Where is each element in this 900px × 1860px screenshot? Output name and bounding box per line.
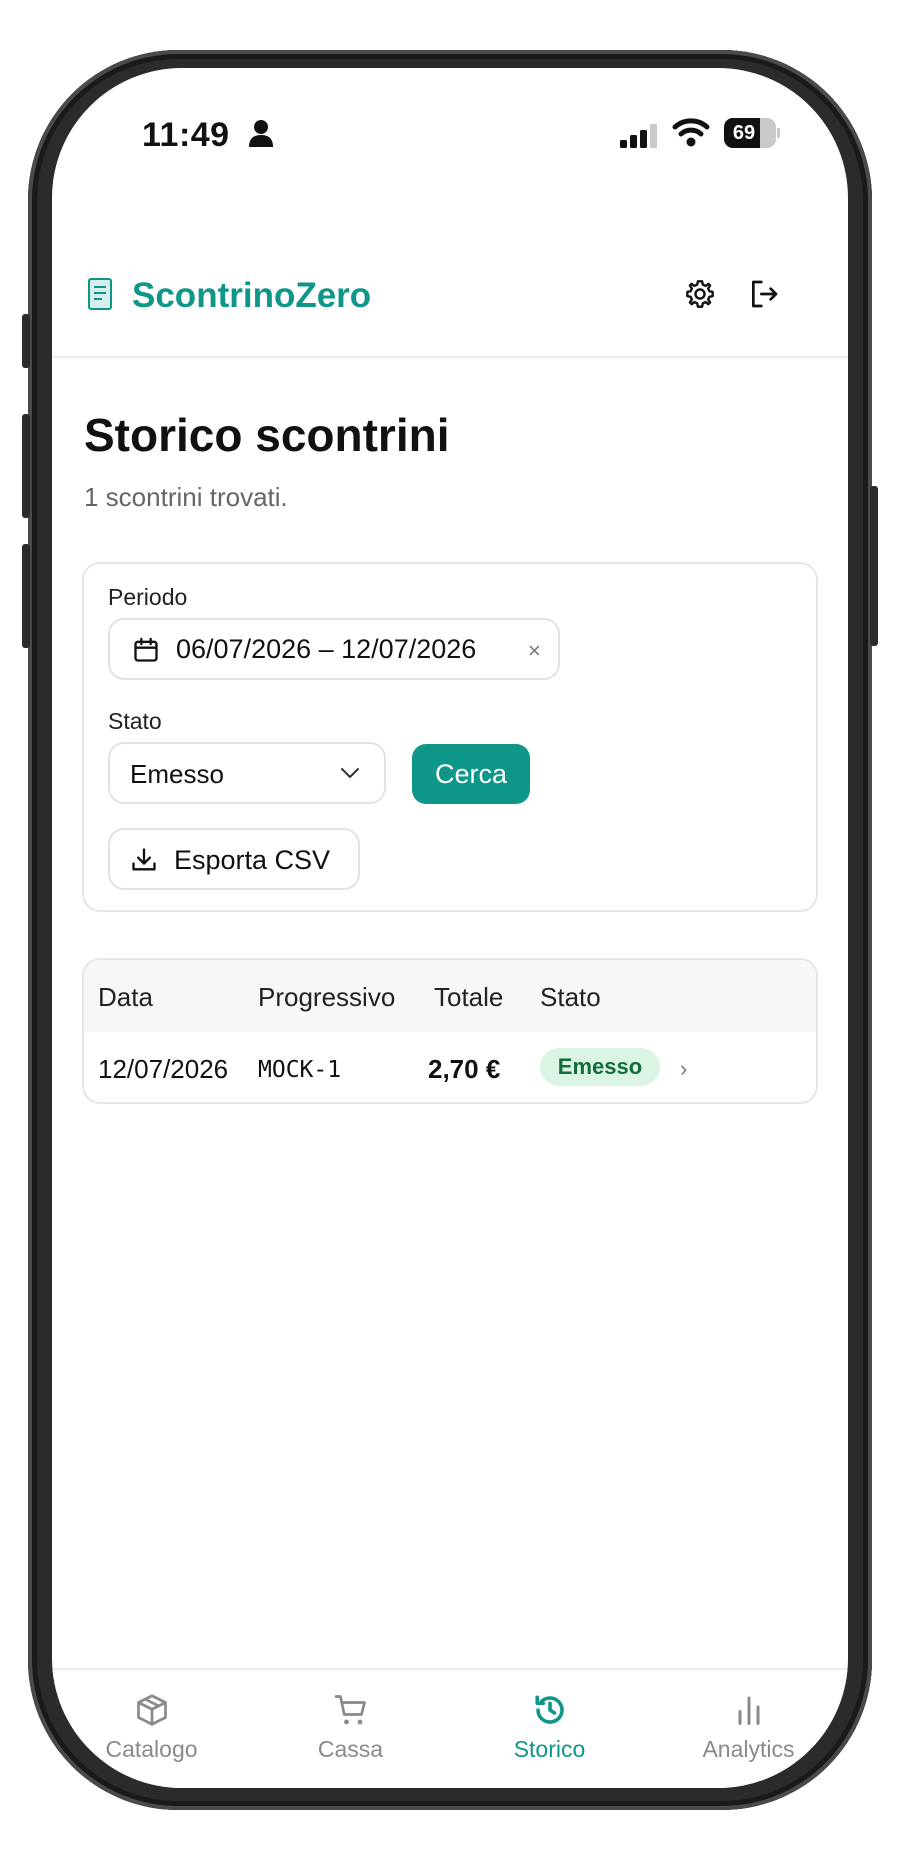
table-header: Data Progressivo Totale Stato: [84, 960, 816, 1032]
column-header-stato[interactable]: Stato: [540, 982, 601, 1013]
column-header-data[interactable]: Data: [98, 982, 153, 1013]
period-label: Periodo: [108, 584, 188, 610]
filter-card: Periodo 06/07/2026 – 12/07/2026 × Stato …: [82, 562, 818, 912]
wifi-icon: [672, 118, 710, 147]
clear-date-icon[interactable]: ×: [528, 638, 541, 664]
cell-progressivo: MOCK-1: [258, 1057, 342, 1083]
nav-label-catalogo: Catalogo: [105, 1736, 198, 1762]
nav-label-cassa: Cassa: [317, 1736, 384, 1762]
column-header-totale[interactable]: Totale: [434, 982, 503, 1013]
nav-label-storico: Storico: [513, 1736, 586, 1762]
history-icon: [535, 1695, 564, 1724]
app-header: ScontrinoZero: [52, 238, 848, 358]
volume-down-button: [22, 544, 30, 648]
nav-item-cassa[interactable]: Cassa: [251, 1670, 450, 1780]
nav-item-analytics[interactable]: Analytics: [649, 1670, 848, 1780]
settings-gear-icon[interactable]: [684, 278, 716, 310]
date-range-picker[interactable]: 06/07/2026 – 12/07/2026 ×: [108, 618, 560, 680]
status-label: Stato: [108, 708, 162, 734]
cell-totale: 2,70 €: [428, 1054, 501, 1084]
battery-percent: 69: [732, 122, 756, 144]
download-icon: [132, 848, 156, 871]
cell-data: 12/07/2026: [98, 1054, 229, 1084]
logout-icon[interactable]: [748, 278, 780, 310]
person-icon: [249, 120, 273, 147]
chevron-down-icon: [341, 768, 359, 778]
chevron-right-icon[interactable]: ›: [680, 1056, 687, 1082]
cart-icon: [334, 1695, 366, 1725]
silent-switch: [22, 314, 30, 368]
nav-item-catalogo[interactable]: Catalogo: [52, 1670, 251, 1780]
table-row[interactable]: 12/07/2026 MOCK-1 2,70 € Emesso ›: [84, 1032, 816, 1102]
page-title: Storico scontrini: [84, 409, 450, 461]
result-count: 1 scontrini trovati.: [84, 482, 288, 512]
volume-up-button: [22, 414, 30, 518]
calendar-icon: [134, 637, 158, 662]
bar-chart-icon: [738, 1696, 760, 1725]
nav-label-analytics: Analytics: [702, 1736, 795, 1762]
export-csv-label: Esporta CSV: [174, 845, 331, 875]
power-button: [870, 486, 878, 646]
column-header-progressivo[interactable]: Progressivo: [258, 982, 395, 1013]
screen: 11:49 69 ScontrinoZero Storico scontrini…: [52, 68, 848, 1788]
battery-body: 69: [724, 118, 776, 148]
nav-item-storico[interactable]: Storico: [450, 1670, 649, 1780]
receipt-logo-icon: [88, 278, 112, 310]
cellular-signal-icon: [620, 124, 657, 148]
receipts-table: Data Progressivo Totale Stato 12/07/2026…: [82, 958, 818, 1104]
bottom-nav: Catalogo Cassa Storico Analytics: [52, 1668, 848, 1788]
status-bar: 11:49 69: [52, 68, 848, 188]
app-title[interactable]: ScontrinoZero: [132, 276, 371, 316]
battery-tip: [777, 128, 780, 138]
status-select[interactable]: Emesso: [108, 742, 386, 804]
box-icon: [137, 1694, 167, 1726]
status-select-value: Emesso: [130, 759, 224, 789]
search-button[interactable]: Cerca: [412, 744, 530, 804]
date-range-value: 06/07/2026 – 12/07/2026: [176, 634, 477, 664]
export-csv-button[interactable]: Esporta CSV: [108, 828, 360, 890]
status-time: 11:49: [142, 116, 230, 154]
status-badge: Emesso: [540, 1048, 660, 1086]
battery-indicator: 69: [724, 118, 780, 148]
